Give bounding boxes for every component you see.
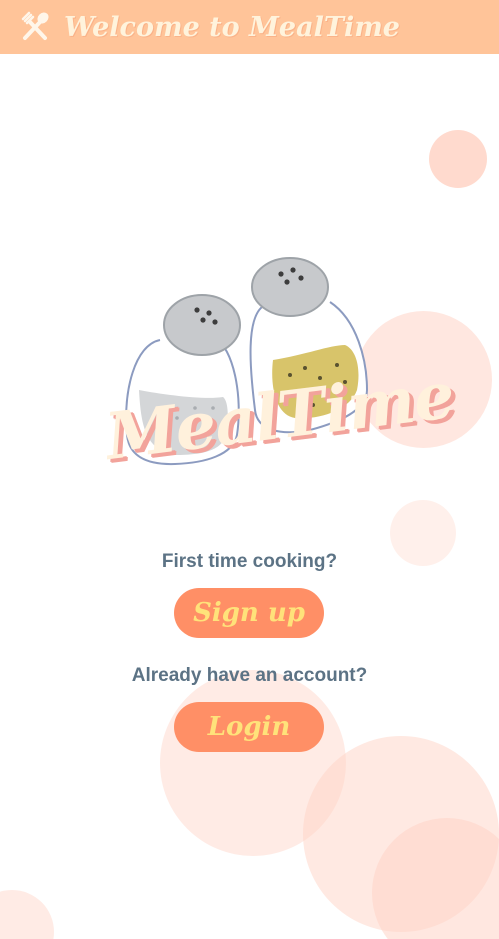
login-prompt: Already have an account? xyxy=(131,665,368,686)
sign-up-button[interactable]: Sign up xyxy=(174,588,324,638)
page-title: Welcome to MealTime xyxy=(64,11,400,43)
login-button[interactable]: Login xyxy=(174,702,324,752)
decorative-bubble xyxy=(429,130,487,188)
signup-prompt: First time cooking? xyxy=(161,551,338,572)
fork-spoon-icon xyxy=(18,10,52,44)
decorative-bubble xyxy=(0,890,54,939)
app-header: Welcome to MealTime xyxy=(0,0,499,54)
welcome-page: Welcome to MealTime MealTime First time … xyxy=(0,0,499,939)
